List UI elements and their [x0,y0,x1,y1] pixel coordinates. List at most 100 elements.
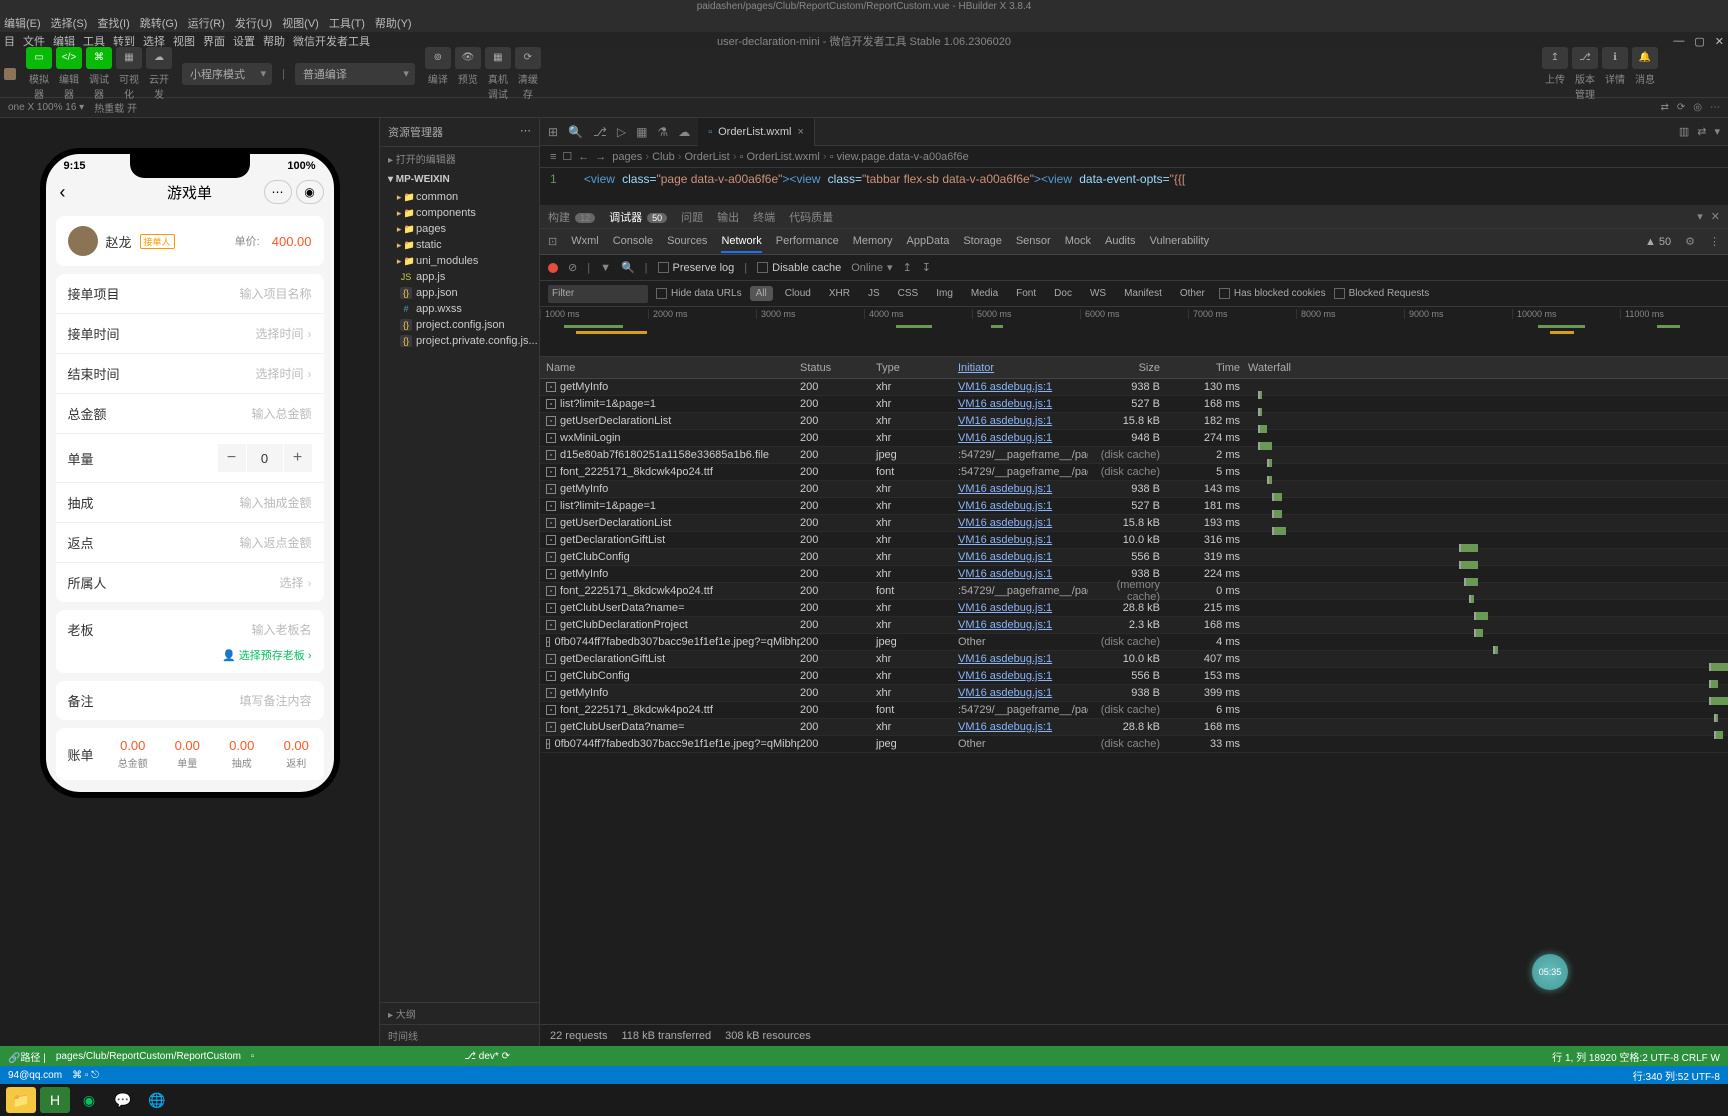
debugger-button[interactable]: ⌘ [86,47,112,69]
table-header[interactable]: Size [1088,362,1168,374]
tree-item[interactable]: ▸ 📁 components [380,205,539,221]
cloud-icon[interactable]: ☁ [678,125,690,139]
diff-icon[interactable]: ⇄ [1697,125,1706,138]
table-header[interactable]: Name [540,362,800,374]
compile-button[interactable]: ⊚ [425,47,451,69]
devtools-tab[interactable]: AppData [907,235,950,248]
dbg-tab[interactable]: 调试器 50 [609,209,667,225]
preview-button[interactable]: 👁 [455,47,481,69]
dbg-tab[interactable]: 终端 [753,209,775,225]
form-row[interactable]: 接单时间选择时间› [56,314,324,354]
blocked-req-checkbox[interactable] [1334,288,1345,299]
form-row[interactable]: 结束时间选择时间› [56,354,324,394]
filter-chip[interactable]: Media [965,286,1004,301]
menu-item[interactable]: 查找(I) [97,15,129,31]
filter-chip[interactable]: Doc [1048,286,1078,301]
menu-item[interactable]: 工具(T) [329,15,365,31]
form-row[interactable]: 单量−0+ [56,434,324,483]
devtools-tab[interactable]: Sources [667,235,707,248]
filter-chip[interactable]: XHR [823,286,856,301]
submenu-item[interactable]: 帮助 [263,33,285,49]
tree-item[interactable]: ▸ 📁 static [380,237,539,253]
table-row[interactable]: ▫0fb0744ff7fabedb307bacc9e1f1ef1e.jpeg?=… [540,634,1728,651]
tree-item[interactable]: # app.wxss [380,301,539,317]
minimize-icon[interactable]: — [1673,35,1684,48]
wechat-app[interactable]: 💬 [108,1087,138,1113]
download-icon[interactable]: ↧ [922,261,931,274]
table-row[interactable]: ▫getClubConfig200xhrVM16 asdebug.js:1556… [540,668,1728,685]
opened-editors[interactable]: ▸ 打开的编辑器 [380,147,539,170]
table-row[interactable]: ▫d15e80ab7f6180251a1158e33685a1b6.file20… [540,447,1728,464]
test-icon[interactable]: ⚗ [657,125,668,139]
throttle-select[interactable]: Online ▾ [851,261,892,274]
warning-badge[interactable]: ▲ 50 [1645,236,1671,248]
remote-debug-button[interactable]: ▦ [485,47,511,69]
devtools-tab[interactable]: Performance [776,235,839,248]
dbg-tab[interactable]: 输出 [717,209,739,225]
select-boss-link[interactable]: 👤 选择预存老板 › [56,641,324,673]
submenu-item[interactable]: 界面 [203,33,225,49]
filter-icon[interactable]: ▼ [600,262,611,274]
search-net-icon[interactable]: 🔍 [621,261,635,274]
expand-icon[interactable]: ⊞ [548,125,558,139]
more-icon[interactable]: ⋮ [1709,235,1720,248]
disable-cache-checkbox[interactable] [757,262,768,273]
tree-item[interactable]: {} project.config.json [380,317,539,333]
table-header[interactable]: Type [876,362,958,374]
cloud-button[interactable]: ☁ [146,47,172,69]
table-row[interactable]: ▫getDeclarationGiftList200xhrVM16 asdebu… [540,651,1728,668]
devtools-tab[interactable]: Console [613,235,653,248]
record-button[interactable] [548,263,558,273]
menu-item[interactable]: 运行(R) [188,15,225,31]
table-row[interactable]: ▫getUserDeclarationList200xhrVM16 asdebu… [540,515,1728,532]
devtools-tab[interactable]: Sensor [1016,235,1051,248]
menu-item[interactable]: 帮助(Y) [375,15,412,31]
explorer-app[interactable]: 📁 [6,1087,36,1113]
table-row[interactable]: ▫list?limit=1&page=1200xhrVM16 asdebug.j… [540,498,1728,515]
tree-item[interactable]: ▸ 📁 uni_modules [380,253,539,269]
network-timeline[interactable]: 1000 ms2000 ms3000 ms4000 ms5000 ms6000 … [540,307,1728,357]
user-email[interactable]: 94@qq.com [8,1070,62,1081]
simulator-button[interactable]: ▭ [26,47,52,69]
remark-input[interactable]: 填写备注内容 [239,692,311,709]
capsule-close[interactable]: ◉ [296,180,324,204]
visual-button[interactable]: ▦ [116,47,142,69]
network-table[interactable]: NameStatusTypeInitiatorSizeTimeWaterfall… [540,357,1728,1024]
dbg-tab[interactable]: 代码质量 [789,209,833,225]
table-header[interactable]: Status [800,362,876,374]
table-row[interactable]: ▫wxMiniLogin200xhrVM16 asdebug.js:1948 B… [540,430,1728,447]
timeline-section[interactable]: 时间线 [380,1024,539,1046]
submenu-item[interactable]: 微信开发者工具 [293,33,370,49]
close-icon[interactable]: ✕ [1715,35,1724,48]
filter-input[interactable]: Filter [548,285,648,303]
submenu-item[interactable]: 目 [4,33,15,49]
dbg-tab[interactable]: 构建 12 [548,209,595,225]
clear-icon[interactable]: ⊘ [568,261,577,274]
table-row[interactable]: ▫getClubUserData?name=200xhrVM16 asdebug… [540,719,1728,736]
devtools-tab[interactable]: Storage [963,235,1002,248]
tree-item[interactable]: JS app.js [380,269,539,285]
hot-reload[interactable]: 热重载 开 [94,100,137,115]
menu-item[interactable]: 跳转(G) [140,15,178,31]
outline-section[interactable]: ▸ 大纲 [380,1002,539,1024]
ext-icon[interactable]: ▦ [636,125,647,139]
table-row[interactable]: ▫getMyInfo200xhrVM16 asdebug.js:1938 B39… [540,685,1728,702]
hbuilder-app[interactable]: H [40,1087,70,1113]
upload-icon[interactable]: ↥ [903,261,912,274]
table-row[interactable]: ▫font_2225171_8kdcwk4po24.ttf200font:547… [540,464,1728,481]
tree-item[interactable]: ▸ 📁 common [380,189,539,205]
tool-详情[interactable]: ℹ [1602,47,1628,69]
plus-button[interactable]: + [284,444,312,472]
form-row[interactable]: 接单项目输入项目名称 [56,274,324,314]
editor-button[interactable]: </> [56,47,82,69]
filter-chip[interactable]: Font [1010,286,1042,301]
devtools-tab[interactable]: Mock [1065,235,1091,248]
table-header[interactable]: Initiator [958,362,1088,374]
close-tab-icon[interactable]: × [797,126,803,138]
form-row[interactable]: 总金额输入总金额 [56,394,324,434]
refresh-icon[interactable]: ⟳ [1677,102,1685,113]
filter-chip[interactable]: Cloud [779,286,817,301]
table-row[interactable]: ▫getClubConfig200xhrVM16 asdebug.js:1556… [540,549,1728,566]
devtools-tab[interactable]: Network [721,235,761,253]
tool-上传[interactable]: ↥ [1542,47,1568,69]
